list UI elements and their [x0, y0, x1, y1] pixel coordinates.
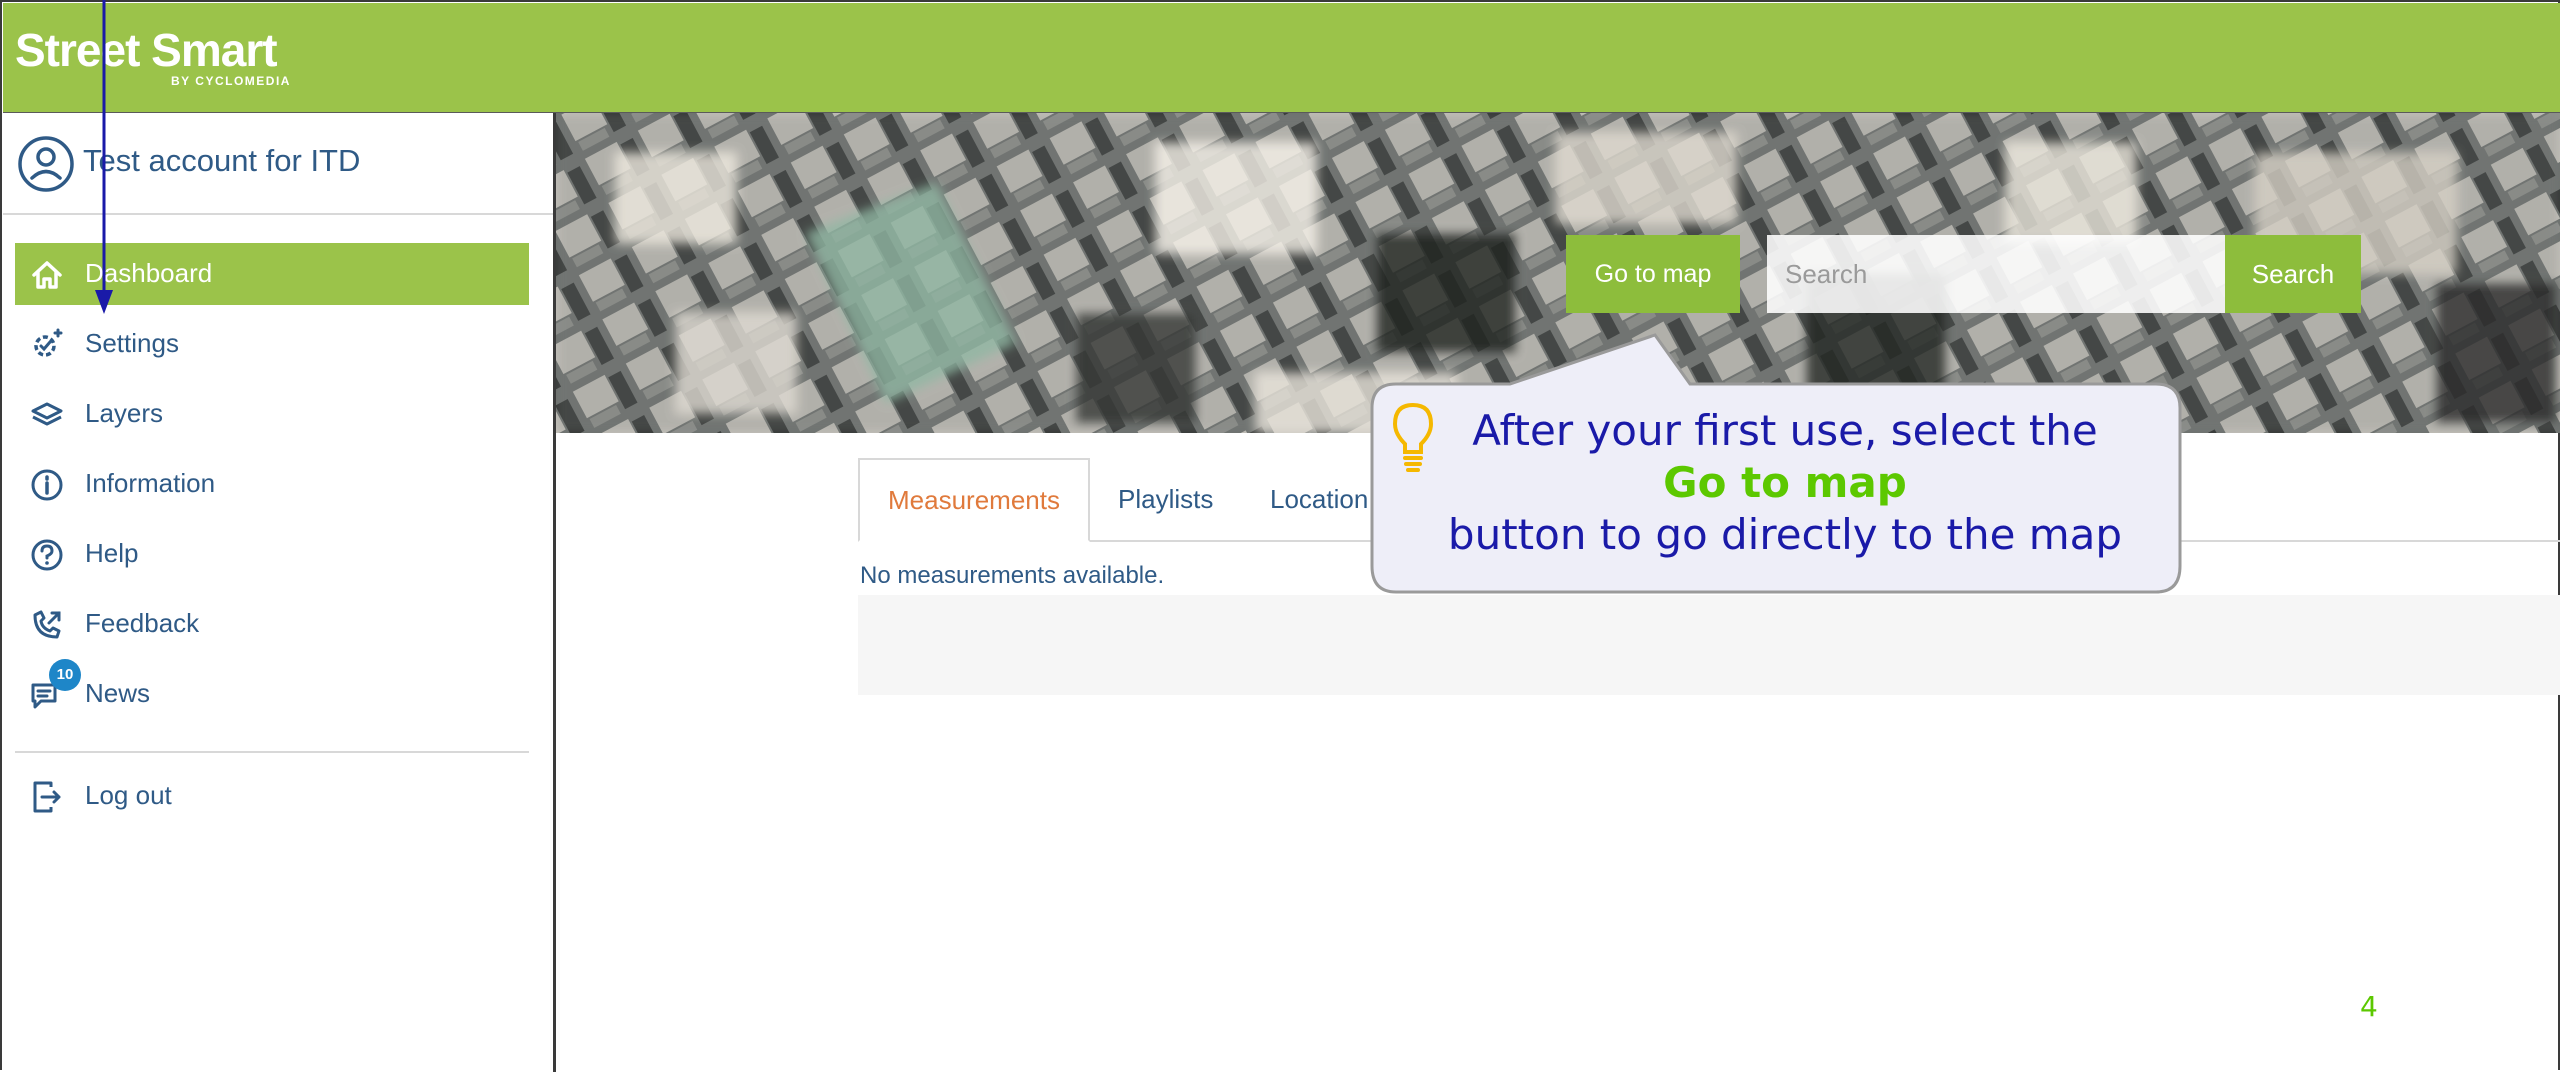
tab-playlists[interactable]: Playlists — [1118, 458, 1238, 540]
logout-button[interactable]: Log out — [15, 765, 529, 827]
go-to-map-button[interactable]: Go to map — [1566, 235, 1740, 313]
search-button[interactable]: Search — [2225, 235, 2361, 313]
sidebar-item-label: Help — [85, 538, 139, 568]
sidebar-item-label: Information — [85, 468, 216, 498]
user-circle-icon — [18, 136, 74, 192]
question-circle-icon — [31, 539, 63, 571]
logo-byline: BY CYCLOMEDIA — [171, 74, 291, 88]
callout-line-3: button to go directly to the map — [1447, 510, 2123, 559]
sidebar-item-label: News — [85, 678, 151, 708]
tab-measurements[interactable]: Measurements — [858, 458, 1090, 542]
news-count-badge: 10 — [49, 659, 81, 691]
phone-feedback-icon — [33, 610, 61, 639]
sidebar-item-feedback[interactable]: Feedback — [15, 593, 529, 655]
sidebar-item-label: Layers — [85, 398, 164, 428]
logout-icon — [33, 781, 61, 813]
callout-line-1: After your first use, select the — [1472, 406, 2098, 455]
callout-highlight: Go to map — [1663, 458, 1907, 507]
sidebar-item-label: Settings — [85, 328, 179, 358]
measurements-panel — [858, 595, 2560, 695]
sidebar-item-label: Feedback — [85, 608, 200, 638]
sidebar: Test account for ITD Dashboard Settings … — [3, 113, 556, 1072]
page-number: 4 — [2360, 990, 2378, 1023]
account-panel[interactable]: Test account for ITD — [3, 113, 553, 215]
sidebar-item-layers[interactable]: Layers — [15, 383, 529, 445]
sidebar-item-settings[interactable]: Settings — [15, 313, 529, 375]
sidebar-item-news[interactable]: 10 News — [15, 659, 529, 725]
empty-measurements-message: No measurements available. — [860, 562, 1165, 589]
info-circle-icon — [31, 469, 63, 501]
street-smart-logo[interactable]: Street Smart BY CYCLOMEDIA — [15, 24, 289, 88]
layers-icon — [31, 402, 63, 426]
search-input[interactable] — [1767, 235, 2225, 313]
app-header: Street Smart BY CYCLOMEDIA — [3, 3, 2560, 114]
home-icon — [32, 261, 62, 289]
gear-check-icon — [34, 328, 63, 357]
callout-text: After your first use, select the Go to m… — [1420, 405, 2150, 561]
logout-label: Log out — [85, 780, 172, 810]
logo-wordmark: Street Smart — [15, 24, 278, 76]
sidebar-divider — [15, 751, 529, 753]
sidebar-item-help[interactable]: Help — [15, 523, 529, 585]
pointer-arrow — [95, 0, 113, 314]
account-name: Test account for ITD — [83, 143, 361, 178]
sidebar-item-information[interactable]: Information — [15, 453, 529, 515]
